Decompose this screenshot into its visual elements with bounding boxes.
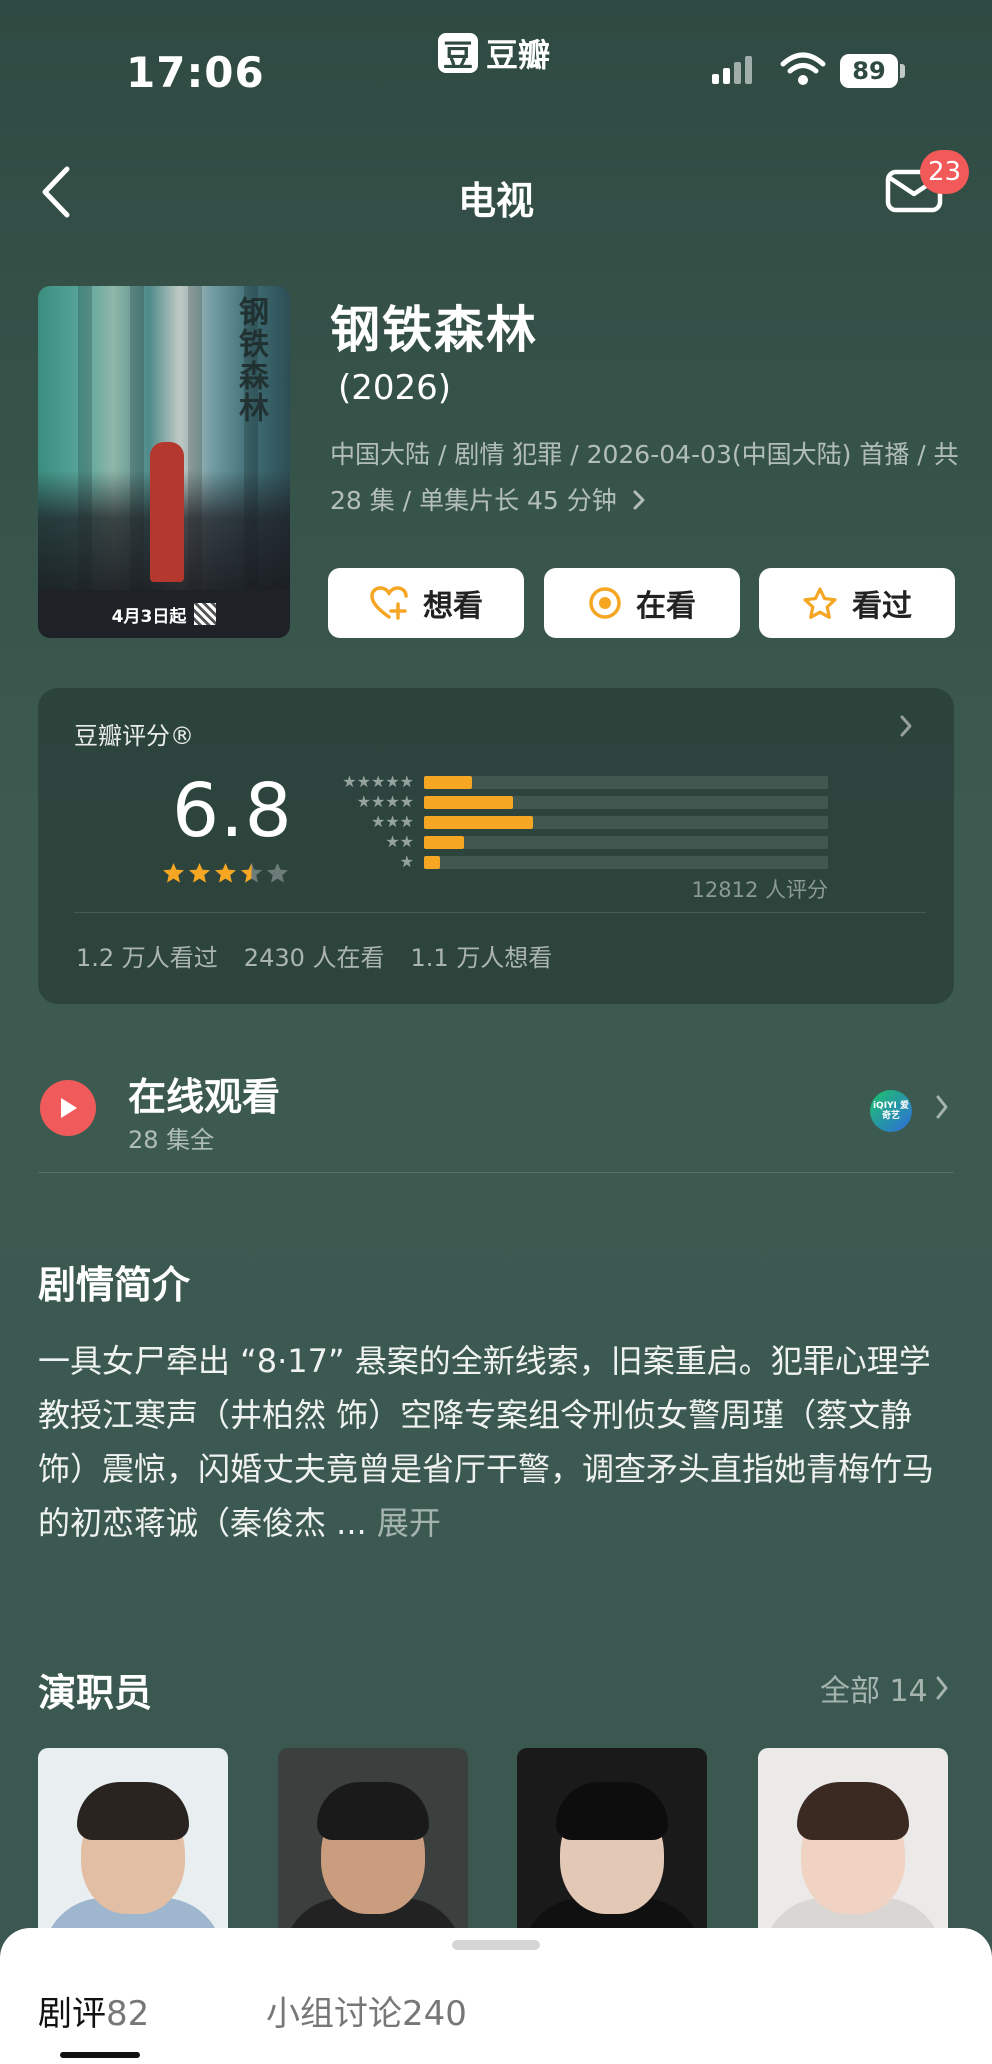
heart-plus-icon [370, 586, 408, 620]
status-app-label: 豆 豆瓣 [438, 30, 550, 76]
wifi-icon [780, 52, 826, 90]
signal-icon [712, 56, 752, 84]
rating-bar-4 [424, 796, 828, 809]
qr-code-icon [194, 603, 217, 625]
cast-all-label: 全部 14 [820, 1674, 928, 1709]
star-level-1: ★ [399, 852, 414, 871]
online-watch-episodes: 28 集全 [128, 1126, 215, 1154]
cast-heading: 演职员 [38, 1671, 153, 1715]
want-to-watch-button[interactable]: 想看 [328, 568, 524, 638]
stat-watched: 1.2 万人看过 [76, 944, 218, 972]
battery-icon: 89 [840, 54, 898, 88]
rating-count: 12812 人评分 [691, 878, 828, 902]
score-stars [162, 862, 289, 884]
expand-link[interactable]: 展开 [377, 1504, 441, 1542]
iqiyi-logo-icon: iQIYI 爱奇艺 [870, 1090, 912, 1132]
rating-score: 6.8 [172, 768, 293, 854]
rating-star-icon [162, 862, 185, 883]
synopsis-body-text: 一具女尸牵出 “8·17” 悬案的全新线索，旧案重启。犯罪心理学教授江寒声（井柏… [38, 1342, 935, 1542]
watched-button[interactable]: 看过 [759, 568, 955, 638]
cast-photo[interactable] [38, 1748, 228, 1938]
sheet-drag-handle[interactable] [452, 1940, 540, 1950]
cast-photo[interactable] [517, 1748, 707, 1938]
douban-logo-icon: 豆 [438, 33, 478, 74]
cast-photo[interactable] [278, 1748, 468, 1938]
tab-groups-count: 240 [402, 1994, 467, 2034]
rating-bar-fill-1 [424, 856, 441, 869]
rating-star-icon [214, 862, 237, 883]
rating-star-icon [188, 862, 211, 883]
online-watch-title: 在线观看 [128, 1075, 281, 1119]
target-icon [589, 587, 621, 619]
rating-star-icon [266, 862, 289, 883]
want-label: 想看 [423, 589, 483, 624]
rating-bar-3 [424, 816, 828, 829]
poster-title: 钢铁森林 [233, 296, 268, 424]
active-tab-indicator [60, 2052, 140, 2058]
tab-reviews[interactable]: 剧评82 [38, 1986, 149, 2035]
watching-button[interactable]: 在看 [544, 568, 740, 638]
rating-label: 豆瓣评分® [74, 722, 194, 750]
cast-photo[interactable] [758, 1748, 948, 1938]
show-poster[interactable]: 钢铁森林 4月3日起 [38, 286, 290, 638]
rating-bar-1 [424, 856, 828, 869]
chevron-right-icon [936, 1676, 948, 1700]
watching-label: 在看 [636, 589, 696, 624]
rating-bar-fill-3 [424, 816, 534, 829]
rating-bar-fill-4 [424, 796, 513, 809]
show-title: 钢铁森林 [330, 301, 538, 359]
watched-label: 看过 [852, 589, 912, 624]
star-level-2: ★★ [385, 832, 414, 851]
status-time: 17:06 [126, 48, 265, 97]
rating-star-icon [240, 862, 263, 883]
rating-stats: 1.2 万人看过 2430 人在看 1.1 万人想看 [76, 938, 552, 973]
rating-divider [74, 912, 926, 913]
star-level-4: ★★★★ [356, 792, 414, 811]
chevron-right-icon [934, 1094, 950, 1124]
mail-badge: 23 [920, 150, 970, 194]
tab-reviews-count: 82 [106, 1994, 150, 2034]
tab-reviews-label: 剧评 [38, 1994, 106, 2034]
show-meta[interactable]: 中国大陆 / 剧情 犯罪 / 2026-04-03(中国大陆) 首播 / 共 2… [330, 432, 960, 524]
play-icon [40, 1080, 96, 1136]
star-outline-icon [803, 587, 837, 619]
section-divider [38, 1172, 954, 1173]
star-level-labels: ★★★★★ ★★★★ ★★★ ★★ ★ [322, 772, 414, 872]
synopsis-text: 一具女尸牵出 “8·17” 悬案的全新线索，旧案重启。犯罪心理学教授江寒声（井柏… [38, 1334, 954, 1550]
rating-bar-fill-5 [424, 776, 473, 789]
poster-date: 4月3日起 [111, 606, 187, 627]
show-year: (2026) [338, 368, 452, 408]
star-level-3: ★★★ [370, 812, 414, 831]
page-title: 电视 [457, 179, 534, 223]
stat-watching: 2430 人在看 [243, 944, 385, 972]
synopsis-heading: 剧情简介 [38, 1263, 191, 1307]
cast-all-link[interactable]: 全部 14 [820, 1666, 950, 1710]
rating-bar-5 [424, 776, 828, 789]
rating-bar-2 [424, 836, 828, 849]
rating-bar-fill-2 [424, 836, 465, 849]
chevron-right-icon [633, 490, 645, 510]
chevron-right-icon [898, 714, 914, 742]
star-level-5: ★★★★★ [342, 772, 414, 791]
stat-want: 1.1 万人想看 [410, 944, 553, 972]
status-app-name: 豆瓣 [486, 36, 551, 74]
battery-cap [900, 64, 905, 78]
tab-group-discussions[interactable]: 小组讨论240 [266, 1986, 467, 2035]
poster-caption: 4月3日起 [38, 590, 290, 638]
tab-groups-label: 小组讨论 [266, 1994, 402, 2034]
